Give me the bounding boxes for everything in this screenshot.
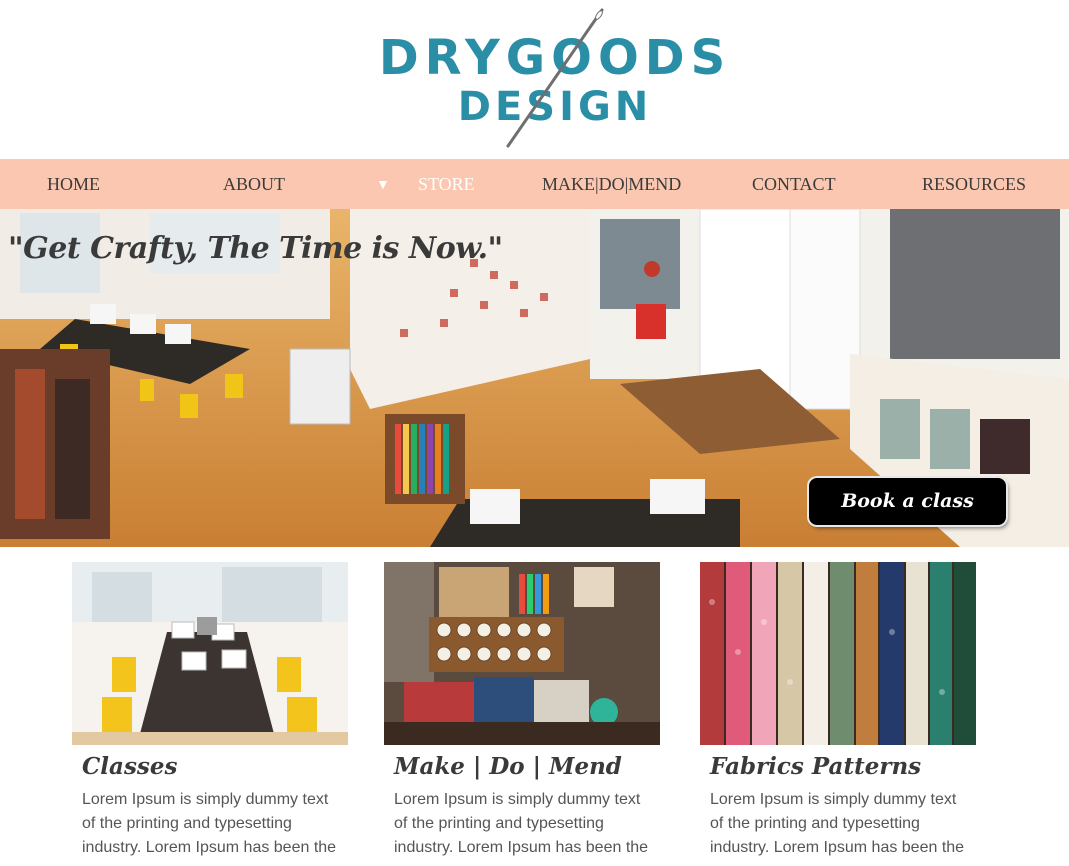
card-text: Lorem Ipsum is simply dummy text of the … [710, 791, 965, 856]
nav-item-about[interactable]: ABOUT [223, 159, 285, 209]
card-title[interactable]: Fabrics Patterns [710, 753, 976, 780]
nav-item-resources[interactable]: RESOURCES [922, 159, 1026, 209]
card-text: Lorem Ipsum is simply dummy text of the … [394, 791, 649, 856]
classes-photo[interactable] [72, 562, 348, 745]
nav-item-make-do-mend[interactable]: MAKE|DO|MEND [542, 159, 681, 209]
fabrics-photo[interactable] [700, 562, 976, 745]
card-text: Lorem Ipsum is simply dummy text of the … [82, 791, 337, 856]
card-title[interactable]: Classes [82, 753, 348, 780]
nav-item-contact[interactable]: CONTACT [752, 159, 836, 209]
book-a-class-button[interactable]: Book a class [809, 478, 1006, 525]
triangle-down-icon[interactable]: ▼ [376, 159, 390, 209]
needle-icon [506, 8, 604, 148]
site-logo[interactable]: DRYGOODS DESIGN [370, 6, 740, 156]
nav-item-home[interactable]: HOME [47, 159, 100, 209]
card-make-do-mend: Make | Do | Mend Lorem Ipsum is simply d… [384, 562, 660, 860]
hero-tagline: "Get Crafty, The Time is Now." [8, 231, 503, 266]
card-classes: Classes Lorem Ipsum is simply dummy text… [72, 562, 348, 860]
site-header: DRYGOODS DESIGN [0, 0, 1069, 159]
card-title[interactable]: Make | Do | Mend [394, 753, 660, 780]
hero-banner: "Get Crafty, The Time is Now." Book a cl… [0, 209, 1069, 547]
make-do-mend-photo[interactable] [384, 562, 660, 745]
nav-item-store[interactable]: STORE [418, 159, 475, 209]
card-fabrics-patterns: Fabrics Patterns Lorem Ipsum is simply d… [700, 562, 976, 860]
main-nav: HOME ABOUT ▼ STORE MAKE|DO|MEND CONTACT … [0, 159, 1069, 209]
